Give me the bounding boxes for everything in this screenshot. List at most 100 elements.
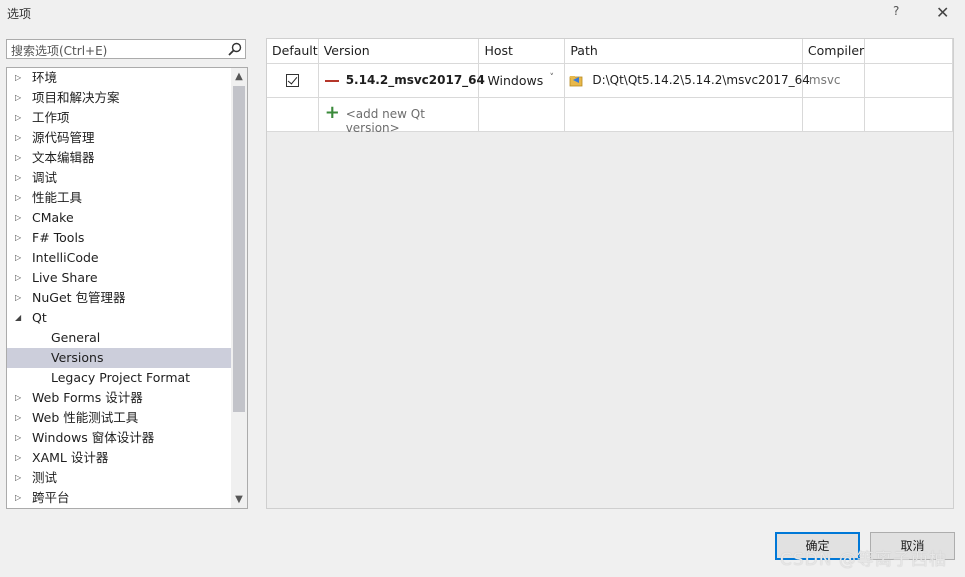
tree-item-qt-legacy[interactable]: Legacy Project Format [7,368,231,388]
folder-icon[interactable] [569,73,584,88]
tree-item-web-forms[interactable]: ▷ Web Forms 设计器 [7,388,231,408]
tree-item-test[interactable]: ▷ 测试 [7,468,231,488]
path-cell[interactable]: D:\Qt\Qt5.14.2\5.14.2\msvc2017_64 [564,63,810,98]
tree-item-qt-versions[interactable]: Versions [7,348,231,368]
tree-item-label: 文本编辑器 [32,150,95,165]
expand-arrow-icon[interactable]: ▷ [15,468,25,488]
tree-item-label: 源代码管理 [32,130,95,145]
host-select[interactable]: Windows [487,73,543,88]
tree-item-label: 项目和解决方案 [32,90,120,105]
tree-item-fsharp-tools[interactable]: ▷ F# Tools [7,228,231,248]
tree-item-xaml[interactable]: ▷ XAML 设计器 [7,448,231,468]
help-button[interactable]: ? [893,4,899,18]
tree-item-label: 环境 [32,70,58,85]
tree-item-label: NuGet 包管理器 [32,290,126,305]
expand-arrow-icon[interactable]: ▷ [15,428,25,448]
tree-item-environment[interactable]: ▷ 环境 [7,68,231,88]
expand-arrow-icon[interactable]: ▷ [15,388,25,408]
watermark: CSDN @等离子西柚 [780,550,947,570]
expand-arrow-icon[interactable]: ▷ [15,228,25,248]
scroll-thumb[interactable] [233,86,245,412]
default-cell [267,97,319,132]
options-tree[interactable]: ▷ 环境 ▷ 项目和解决方案 ▷ 工作项 ▷ 源代码管理 ▷ 文本编辑器 ▷ 调试 ▷ 性能工… [6,67,248,509]
host-cell [478,97,566,132]
expand-arrow-icon[interactable]: ▷ [15,448,25,468]
expand-arrow-icon[interactable]: ▷ [15,188,25,208]
chevron-down-icon[interactable]: ˅ [549,73,554,83]
expand-arrow-icon[interactable]: ▷ [15,288,25,308]
tree-item-label: General [51,330,101,345]
tree-item-label: 调试 [32,170,58,185]
add-icon[interactable]: + [325,103,340,122]
tree-item-text-editor[interactable]: ▷ 文本编辑器 [7,148,231,168]
column-header-host[interactable]: Host [478,39,566,64]
tree-item-label: F# Tools [32,230,85,245]
tree-item-windows-forms[interactable]: ▷ Windows 窗体设计器 [7,428,231,448]
expand-arrow-icon[interactable]: ▷ [15,108,25,128]
tree-item-live-share[interactable]: ▷ Live Share [7,268,231,288]
add-version-label[interactable]: <add new Qt version> [346,107,479,135]
expand-arrow-icon[interactable]: ▷ [15,88,25,108]
column-header-path[interactable]: Path [564,39,803,64]
tree-item-label: 跨平台 [32,490,70,505]
expand-arrow-icon[interactable]: ▷ [15,208,25,228]
tree-item-debugging[interactable]: ▷ 调试 [7,168,231,188]
title-bar: 选项 ? ✕ [0,0,965,28]
compiler-value: msvc [808,72,841,87]
qt-versions-grid: Default Version Host Path Compiler 5.14.… [266,38,954,509]
tree-item-label: Live Share [32,270,98,285]
table-header-row: Default Version Host Path Compiler [267,39,953,64]
tree-item-web-perf[interactable]: ▷ Web 性能测试工具 [7,408,231,428]
tree-item-label: IntelliCode [32,250,99,265]
default-cell [267,63,319,98]
column-header-compiler[interactable]: Compiler [802,39,866,64]
expand-arrow-icon[interactable]: ▷ [15,148,25,168]
table-row[interactable]: 5.14.2_msvc2017_64 Windows ˅ D:\Qt\Qt5.14… [267,63,953,98]
search-icon[interactable] [227,41,243,57]
tree-item-qt[interactable]: ◢ Qt [7,308,231,328]
column-header-version[interactable]: Version [318,39,480,64]
path-cell [564,97,803,132]
tree-item-label: Web 性能测试工具 [32,410,139,425]
expand-arrow-icon[interactable]: ▷ [15,408,25,428]
tree-item-projects-solutions[interactable]: ▷ 项目和解决方案 [7,88,231,108]
tree-item-label: 测试 [32,470,58,485]
collapse-arrow-icon[interactable]: ◢ [15,308,25,328]
tree-item-nuget[interactable]: ▷ NuGet 包管理器 [7,288,231,308]
expand-arrow-icon[interactable]: ▷ [15,488,25,508]
expand-arrow-icon[interactable]: ▷ [15,168,25,188]
expand-arrow-icon[interactable]: ▷ [15,268,25,288]
expand-arrow-icon[interactable]: ▷ [15,128,25,148]
tree-item-cross-platform[interactable]: ▷ 跨平台 [7,488,231,508]
version-cell[interactable]: 5.14.2_msvc2017_64 [318,63,485,98]
expand-arrow-icon[interactable]: ▷ [15,68,25,88]
add-version-row[interactable]: + <add new Qt version> [267,97,953,135]
tree-item-label: Legacy Project Format [51,370,191,385]
tree-item-label: 性能工具 [32,190,83,205]
tree-item-label: CMake [32,210,74,225]
close-button[interactable]: ✕ [936,3,949,22]
path-value: D:\Qt\Qt5.14.2\5.14.2\msvc2017_64 [592,72,810,87]
tree-item-label: Windows 窗体设计器 [32,430,155,445]
scroll-down-icon[interactable]: ▼ [231,491,247,508]
default-checkbox[interactable] [286,73,299,87]
tree-item-work-items[interactable]: ▷ 工作项 [7,108,231,128]
expand-arrow-icon[interactable]: ▷ [15,248,25,268]
search-placeholder: 搜索选项(Ctrl+E) [11,44,108,58]
qt-versions-table: Default Version Host Path Compiler 5.14.… [267,39,953,135]
tree-item-performance-tools[interactable]: ▷ 性能工具 [7,188,231,208]
tree-item-source-control[interactable]: ▷ 源代码管理 [7,128,231,148]
tree-item-label: 工作项 [32,110,70,125]
version-marker-icon [324,79,339,82]
column-header-default[interactable]: Default [267,39,319,64]
tree-item-qt-general[interactable]: General [7,328,231,348]
search-input[interactable]: 搜索选项(Ctrl+E) [6,39,246,59]
add-version-cell[interactable]: + <add new Qt version> [318,97,480,135]
tree-item-label: Qt [32,310,47,325]
tree-item-intellicode[interactable]: ▷ IntelliCode [7,248,231,268]
scroll-up-icon[interactable]: ▲ [231,68,247,85]
host-cell[interactable]: Windows ˅ [478,63,566,98]
tree-scrollbar[interactable]: ▲ ▼ [231,68,247,508]
tree-item-cmake[interactable]: ▷ CMake [7,208,231,228]
filler-cell [864,63,953,98]
